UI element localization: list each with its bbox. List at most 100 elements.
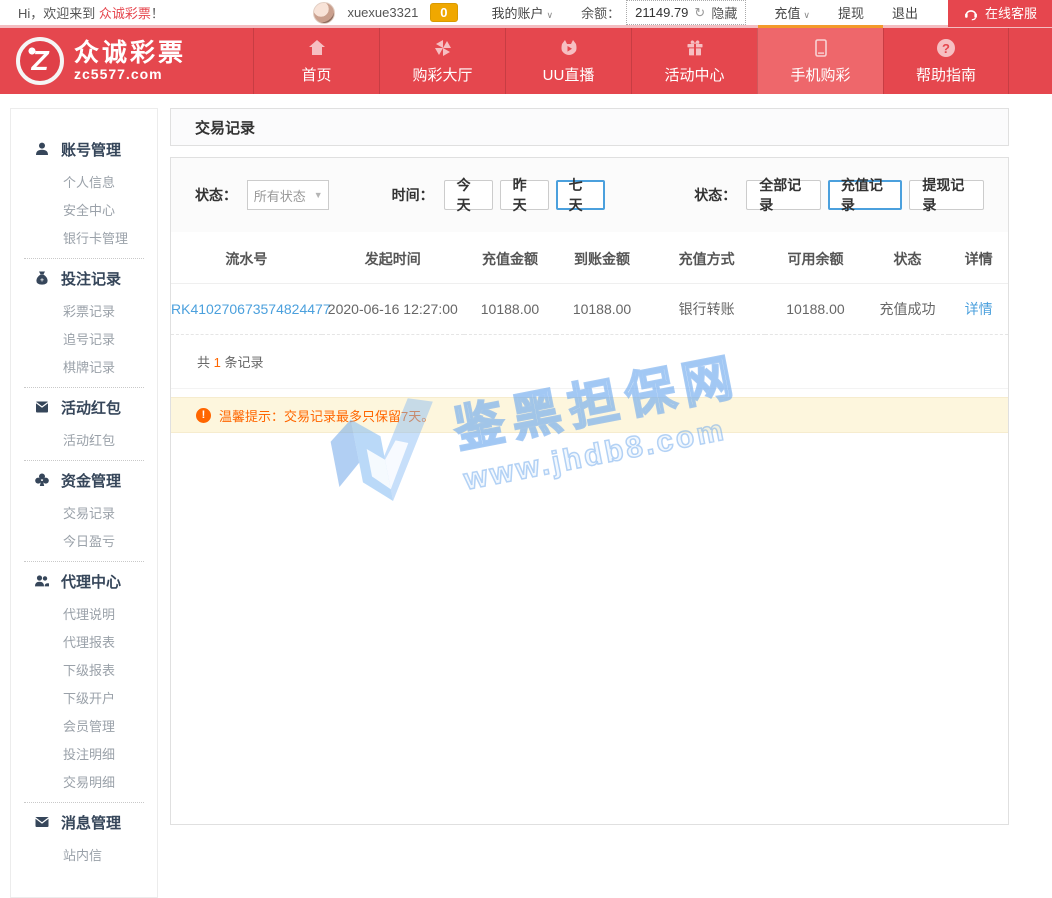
sidebar-item-subordinate-account[interactable]: 下级开户: [11, 685, 157, 713]
cell-received: 10188.00: [556, 284, 648, 335]
phone-icon: [811, 37, 831, 59]
logout-link[interactable]: 退出: [892, 3, 918, 22]
nav-item-lottery-hall[interactable]: 购彩大厅: [379, 28, 505, 94]
my-account-dropdown[interactable]: 我的账户∨: [492, 3, 554, 22]
my-account-label: 我的账户: [492, 6, 544, 21]
col-amount: 充值金额: [464, 232, 556, 284]
nav-item-label: 帮助指南: [916, 64, 976, 85]
sidebar-item-board-game-records[interactable]: 棋牌记录: [11, 354, 157, 382]
sidebar-item-personal-info[interactable]: 个人信息: [11, 169, 157, 197]
time-filter-label: 时间：: [392, 185, 434, 205]
main-nav: Z 众诚彩票 zc5577.com 首页 购彩大厅 UU直播: [0, 28, 1052, 94]
agents-icon: [34, 573, 50, 589]
cell-status: 充值成功: [866, 284, 950, 335]
sidebar-item-bank-card[interactable]: 银行卡管理: [11, 225, 157, 253]
sidebar-item-member-management[interactable]: 会员管理: [11, 713, 157, 741]
time-filter-today-button[interactable]: 今天: [444, 180, 493, 210]
brand-link[interactable]: 众诚彩票: [99, 6, 151, 21]
section-title: 消息管理: [61, 812, 121, 833]
col-status: 状态: [866, 232, 950, 284]
main-content: 交易记录 状态： 所有状态 ▼ 时间： 今天 昨天 七天 状态： 全部记录 充值…: [170, 108, 1009, 825]
dropdown-arrow-icon: ▼: [314, 190, 323, 200]
balance-box[interactable]: 21149.79 ↻ 隐藏: [626, 0, 746, 25]
welcome-suffix: ！: [151, 6, 164, 21]
section-title: 投注记录: [61, 268, 121, 289]
online-service-label: 在线客服: [985, 3, 1037, 22]
col-time: 发起时间: [322, 232, 464, 284]
balance-area: 余额： 21149.79 ↻ 隐藏: [581, 0, 746, 25]
divider: [24, 258, 144, 259]
refresh-icon[interactable]: ↻: [694, 5, 705, 21]
sidebar-item-security-center[interactable]: 安全中心: [11, 197, 157, 225]
balance-value: 21149.79: [635, 5, 688, 20]
sidebar-item-lottery-records[interactable]: 彩票记录: [11, 298, 157, 326]
headset-icon: [963, 5, 979, 21]
red-envelope-icon: [34, 399, 50, 415]
summary-count: 1: [214, 355, 221, 370]
status-select[interactable]: 所有状态 ▼: [247, 180, 329, 210]
nav-item-home[interactable]: 首页: [253, 28, 379, 94]
section-title: 资金管理: [61, 470, 121, 491]
site-logo[interactable]: Z 众诚彩票 zc5577.com: [0, 28, 253, 94]
hide-balance-button[interactable]: 隐藏: [711, 3, 737, 22]
nav-item-activity-center[interactable]: 活动中心: [631, 28, 757, 94]
sidebar-section-messages[interactable]: 消息管理: [11, 808, 157, 836]
sidebar-section-funds[interactable]: 资金管理: [11, 466, 157, 494]
avatar[interactable]: [313, 2, 335, 24]
sidebar-item-subordinate-report[interactable]: 下级报表: [11, 657, 157, 685]
sidebar-section-account[interactable]: 账号管理: [11, 135, 157, 163]
records-panel: 状态： 所有状态 ▼ 时间： 今天 昨天 七天 状态： 全部记录 充值记录 提现…: [170, 157, 1009, 825]
record-filter-all-button[interactable]: 全部记录: [746, 180, 821, 210]
username[interactable]: xuexue3321: [347, 5, 418, 20]
sidebar-item-agent-report[interactable]: 代理报表: [11, 629, 157, 657]
sidebar-section-bet-records[interactable]: + 投注记录: [11, 264, 157, 292]
sidebar-section-red-envelope[interactable]: 活动红包: [11, 393, 157, 421]
recharge-dropdown[interactable]: 充值∨: [774, 3, 810, 22]
welcome-text: Hi，欢迎来到 众诚彩票！: [18, 3, 164, 22]
warning-icon: !: [196, 408, 211, 423]
sidebar-item-chase-records[interactable]: 追号记录: [11, 326, 157, 354]
logo-z-icon: Z: [16, 37, 64, 85]
nav-item-label: UU直播: [543, 64, 595, 85]
section-title: 活动红包: [61, 397, 121, 418]
cell-method: 银行转账: [648, 284, 765, 335]
record-filter-recharge-button[interactable]: 充值记录: [828, 180, 903, 210]
summary-suffix: 条记录: [221, 355, 264, 370]
col-detail: 详情: [949, 232, 1008, 284]
divider: [24, 460, 144, 461]
sidebar-item-transaction-records[interactable]: 交易记录: [11, 500, 157, 528]
col-received: 到账金额: [556, 232, 648, 284]
col-serial: 流水号: [171, 232, 322, 284]
nav-item-label: 活动中心: [664, 64, 724, 85]
sidebar-item-activity-red-envelope[interactable]: 活动红包: [11, 427, 157, 455]
detail-link[interactable]: 详情: [949, 284, 1008, 335]
record-filter-label: 状态：: [694, 185, 736, 205]
time-filter-yesterday-button[interactable]: 昨天: [500, 180, 549, 210]
sidebar-item-transaction-details[interactable]: 交易明细: [11, 769, 157, 797]
sidebar-section-agent-center[interactable]: 代理中心: [11, 567, 157, 595]
home-icon: [307, 37, 327, 59]
serial-link[interactable]: RK410270673574824477: [171, 284, 322, 335]
balance-label: 余额：: [581, 3, 620, 22]
user-icon: [34, 141, 50, 157]
nav-item-mobile-lottery[interactable]: 手机购彩: [757, 28, 883, 94]
sidebar-item-bet-details[interactable]: 投注明细: [11, 741, 157, 769]
sidebar-item-agent-description[interactable]: 代理说明: [11, 601, 157, 629]
svg-text:+: +: [40, 277, 44, 284]
record-filter-withdraw-button[interactable]: 提现记录: [909, 180, 984, 210]
time-filter-seven-days-button[interactable]: 七天: [556, 180, 605, 210]
nav-item-label: 首页: [301, 64, 331, 85]
logo-title: 众诚彩票: [74, 40, 186, 66]
message-count-badge[interactable]: 0: [430, 3, 457, 22]
chevron-down-icon: ∨: [547, 10, 554, 20]
table-header-row: 流水号 发起时间 充值金额 到账金额 充值方式 可用余额 状态 详情: [171, 232, 1008, 284]
nav-item-help-guide[interactable]: ? 帮助指南: [883, 28, 1009, 94]
table-row: RK410270673574824477 2020-06-16 12:27:00…: [171, 284, 1008, 335]
withdraw-link[interactable]: 提现: [838, 3, 864, 22]
nav-item-label: 手机购彩: [790, 64, 850, 85]
online-service-button[interactable]: 在线客服: [948, 0, 1052, 27]
nav-item-uu-live[interactable]: UU直播: [505, 28, 631, 94]
sidebar-item-today-profit[interactable]: 今日盈亏: [11, 528, 157, 556]
notice-text: 温馨提示：交易记录最多只保留7天。: [219, 406, 434, 425]
notice-bar: ! 温馨提示：交易记录最多只保留7天。: [171, 397, 1008, 433]
